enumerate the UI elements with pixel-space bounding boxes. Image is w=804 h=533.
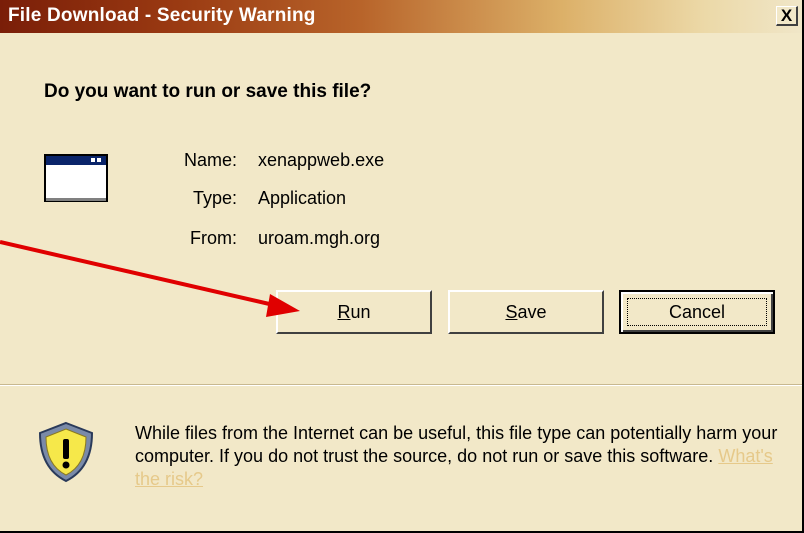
from-label: From:: [190, 228, 237, 248]
prompt-question: Do you want to run or save this file?: [44, 81, 372, 102]
run-button[interactable]: Run: [276, 290, 432, 334]
cancel-button[interactable]: Cancel: [619, 290, 775, 334]
close-button[interactable]: X: [776, 6, 798, 26]
name-label: Name:: [183, 150, 237, 170]
type-value: Application: [258, 188, 347, 208]
type-label: Type:: [192, 188, 237, 208]
separator: [0, 384, 802, 386]
warning-text: While files from the Internet can be use…: [135, 423, 778, 466]
from-value: uroam.mgh.org: [258, 228, 381, 248]
save-button[interactable]: Save: [448, 290, 604, 334]
save-button-label: Save: [505, 301, 547, 322]
warning-message: While files from the Internet can be use…: [135, 422, 785, 491]
security-warning-dialog: File Download - Security Warning X Do yo…: [0, 0, 804, 533]
name-value: xenappweb.exe: [258, 150, 385, 170]
window-title: File Download - Security Warning: [8, 5, 316, 26]
title-bar[interactable]: File Download - Security Warning X: [0, 0, 802, 33]
warning-shield-icon: [38, 421, 94, 483]
focus-rectangle: [627, 298, 767, 326]
run-button-label: Run: [337, 301, 371, 322]
